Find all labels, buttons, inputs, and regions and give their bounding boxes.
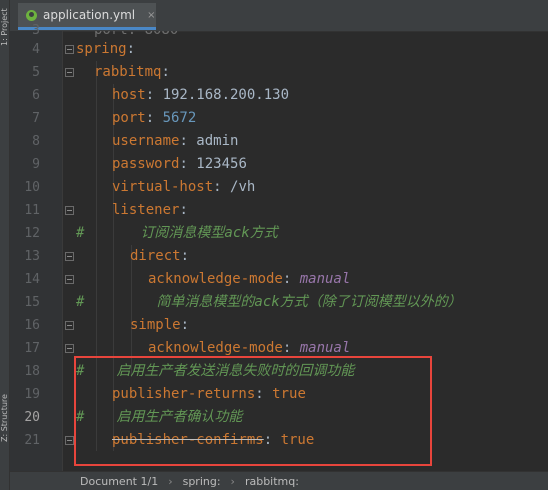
line-number: 10 (24, 180, 40, 195)
line-number: 15 (24, 295, 40, 310)
breadcrumb-item-spring[interactable]: spring: (183, 475, 221, 488)
line-number: 6 (32, 88, 40, 103)
line-number: 21 (24, 433, 40, 448)
line-number: 11 (24, 203, 40, 218)
line-number: 4 (32, 42, 40, 57)
code-line: direct: (130, 248, 190, 264)
structure-tool-tab[interactable]: Z: Structure (0, 386, 9, 442)
line-number-gutter: 3 4 5 6 7 8 9 10 11 12 13 14 15 16 17 18… (10, 23, 74, 471)
editor-tab-bar: application.yml × (10, 0, 548, 32)
line-number: 7 (32, 111, 40, 126)
line-number: 17 (24, 341, 40, 356)
line-number: 9 (32, 157, 40, 172)
code-line: port: 5672 (112, 110, 197, 126)
breadcrumb-item-rabbitmq[interactable]: rabbitmq: (245, 475, 299, 488)
line-number: 8 (32, 134, 40, 149)
code-line: host: 192.168.200.130 (112, 87, 290, 103)
line-number: 12 (24, 226, 40, 241)
project-tool-tab[interactable]: 1: Project (0, 2, 9, 46)
close-icon[interactable]: × (147, 10, 155, 21)
code-line-comment: # 订阅消息模型ack方式 (76, 225, 278, 241)
breadcrumb-separator: › (230, 474, 235, 488)
annotation-highlight-box (74, 356, 432, 466)
code-line: acknowledge-mode: manual (148, 271, 351, 287)
line-number: 19 (24, 387, 40, 402)
tab-label: application.yml (43, 8, 136, 22)
code-line: username: admin (112, 133, 239, 149)
line-number: 18 (24, 364, 40, 379)
line-number: 13 (24, 249, 40, 264)
code-line: listener: (112, 202, 188, 218)
code-line-comment: # 简单消息模型的ack方式（除了订阅模型以外的） (76, 294, 462, 310)
line-number-current: 20 (24, 410, 40, 425)
left-tool-strip: 1: Project Z: Structure (0, 0, 10, 490)
code-line: password: 123456 (112, 156, 247, 172)
line-number: 5 (32, 65, 40, 80)
breadcrumb-document: Document 1/1 (80, 474, 159, 488)
code-line: rabbitmq: (94, 64, 170, 80)
breadcrumb: Document 1/1 › spring: › rabbitmq: (10, 471, 548, 490)
code-line: simple: (130, 317, 190, 333)
code-line: virtual-host: /vh (112, 179, 256, 195)
line-number: 14 (24, 272, 40, 287)
code-line: spring: (76, 41, 136, 57)
breadcrumb-separator: › (168, 474, 173, 488)
line-number: 16 (24, 318, 40, 333)
